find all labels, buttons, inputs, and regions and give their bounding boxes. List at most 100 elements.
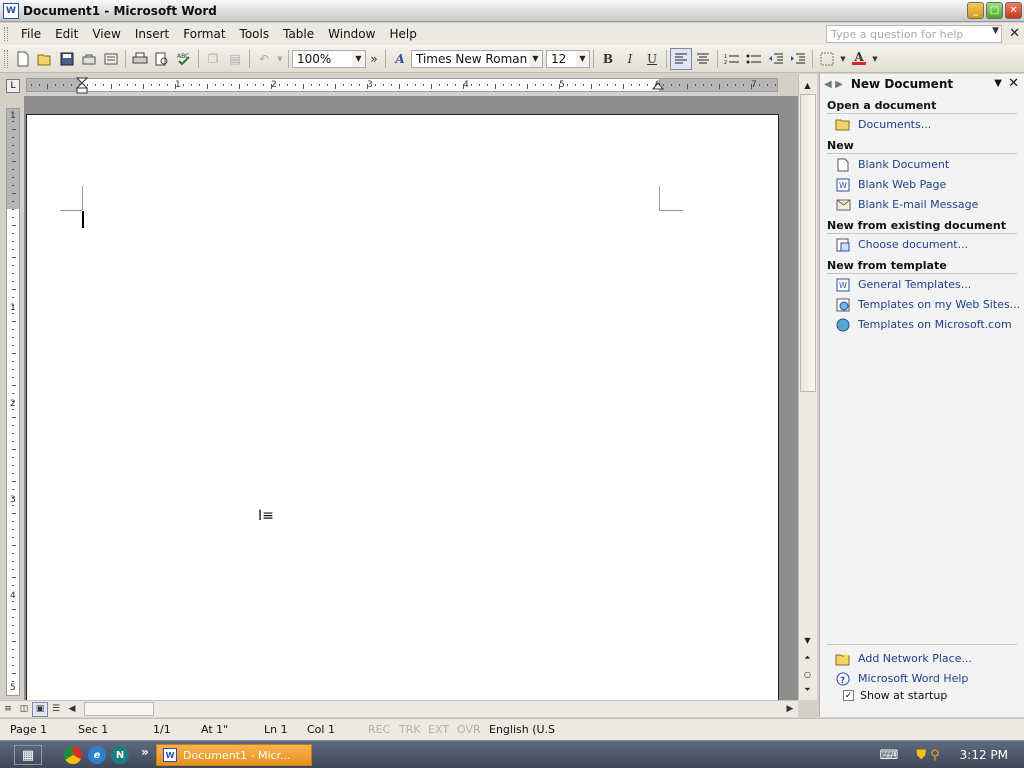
task-pane-dropdown-icon[interactable]: ▼ xyxy=(994,78,1002,89)
chrome-icon[interactable] xyxy=(64,746,82,764)
font-color-dropdown-icon[interactable]: ▼ xyxy=(870,48,880,70)
link-general-templates[interactable]: W General Templates... xyxy=(835,277,971,292)
security-shield-icon[interactable]: ⛊ xyxy=(916,748,926,763)
select-browse-object-icon[interactable]: ○ xyxy=(799,666,816,682)
print-preview-icon[interactable] xyxy=(151,48,173,70)
print-layout-view-icon[interactable]: ▣ xyxy=(32,701,48,717)
keyboard-icon[interactable]: ⌨ xyxy=(880,748,899,763)
scroll-up-icon[interactable]: ▲ xyxy=(799,77,816,93)
status-ovr[interactable]: OVR xyxy=(457,723,481,736)
vertical-scroll-thumb[interactable] xyxy=(800,94,816,392)
paste-icon[interactable]: ▤ xyxy=(224,48,246,70)
previous-page-icon[interactable]: ⏶ xyxy=(799,650,816,666)
scroll-down-icon[interactable]: ▼ xyxy=(799,632,816,648)
spelling-icon[interactable]: ABC xyxy=(173,48,195,70)
web-layout-view-icon[interactable]: ◫ xyxy=(16,702,32,717)
close-window-button[interactable]: ✕ xyxy=(1005,2,1022,19)
borders-icon[interactable] xyxy=(816,48,838,70)
menu-window[interactable]: Window xyxy=(321,27,382,41)
menu-file[interactable]: File xyxy=(14,27,48,41)
help-dropdown-icon[interactable]: ▼ xyxy=(992,26,999,36)
increase-indent-icon[interactable] xyxy=(787,48,809,70)
font-size-dropdown-icon[interactable]: ▼ xyxy=(576,50,589,67)
font-size-select[interactable]: 12 ▼ xyxy=(546,49,590,68)
status-rec[interactable]: REC xyxy=(368,723,390,736)
menu-insert[interactable]: Insert xyxy=(128,27,176,41)
link-blank-email-message[interactable]: Blank E-mail Message xyxy=(835,197,978,212)
open-folder-icon[interactable] xyxy=(34,48,56,70)
task-pane-close-icon[interactable]: ✕ xyxy=(1008,76,1019,91)
menu-view[interactable]: View xyxy=(85,27,127,41)
outline-view-icon[interactable]: ☰ xyxy=(48,702,64,717)
italic-button[interactable]: I xyxy=(619,48,641,70)
link-blank-document[interactable]: Blank Document xyxy=(835,157,949,172)
minimize-button[interactable]: _ xyxy=(967,2,984,19)
quicklaunch-overflow-icon[interactable]: » xyxy=(136,743,154,761)
font-name-select[interactable]: Times New Roman ▼ xyxy=(411,49,543,68)
indent-marker-icon[interactable] xyxy=(76,77,90,95)
close-document-icon[interactable]: ✕ xyxy=(1009,26,1020,41)
link-templates-microsoft[interactable]: Templates on Microsoft.com xyxy=(835,317,1012,332)
link-documents[interactable]: Documents... xyxy=(835,117,931,132)
link-word-help[interactable]: ? Microsoft Word Help xyxy=(835,671,968,686)
bold-button[interactable]: B xyxy=(597,48,619,70)
link-blank-web-page[interactable]: W Blank Web Page xyxy=(835,177,946,192)
menu-help[interactable]: Help xyxy=(382,27,423,41)
menu-grip[interactable] xyxy=(4,27,8,41)
scroll-left-icon[interactable]: ◀ xyxy=(64,702,80,717)
email-icon[interactable] xyxy=(100,48,122,70)
link-choose-document[interactable]: Choose document... xyxy=(835,237,968,252)
status-trk[interactable]: TRK xyxy=(399,723,421,736)
right-indent-marker-icon[interactable] xyxy=(652,82,664,90)
zoom-select[interactable]: 100% ▼ xyxy=(292,49,366,68)
toolbar-options-icon[interactable]: » xyxy=(366,48,382,70)
decrease-indent-icon[interactable] xyxy=(765,48,787,70)
show-at-startup-row[interactable]: ✓ Show at startup xyxy=(843,689,947,702)
styles-formatting-icon[interactable]: A xyxy=(389,48,411,70)
vertical-ruler[interactable]: 1 1 2 3 4 5 xyxy=(0,96,24,698)
help-search-input[interactable]: Type a question for help ▼ xyxy=(826,25,1002,43)
numbering-icon[interactable]: 12 xyxy=(721,48,743,70)
normal-view-icon[interactable]: ≡ xyxy=(0,702,16,717)
toolbar-grip[interactable] xyxy=(4,49,8,68)
scroll-right-icon[interactable]: ▶ xyxy=(782,702,798,717)
horizontal-scroll-thumb[interactable] xyxy=(84,702,154,716)
new-document-icon[interactable] xyxy=(12,48,34,70)
undo-icon[interactable]: ↶ xyxy=(253,48,275,70)
netscape-icon[interactable]: N xyxy=(111,746,129,764)
permission-icon[interactable] xyxy=(78,48,100,70)
undo-dropdown-icon[interactable]: ▼ xyxy=(275,48,285,70)
font-name-dropdown-icon[interactable]: ▼ xyxy=(529,50,542,67)
copy-icon[interactable]: ❐ xyxy=(202,48,224,70)
menu-format[interactable]: Format xyxy=(176,27,232,41)
search-tray-icon[interactable]: ⚲ xyxy=(930,748,940,763)
document-page[interactable] xyxy=(26,114,779,700)
start-button-icon[interactable]: ▦ xyxy=(14,745,42,765)
link-templates-web-sites[interactable]: Templates on my Web Sites... xyxy=(835,297,1020,312)
underline-button[interactable]: U xyxy=(641,48,663,70)
menu-table[interactable]: Table xyxy=(276,27,321,41)
next-page-icon[interactable]: ⏷ xyxy=(799,682,816,698)
word-app-icon[interactable]: W xyxy=(3,2,19,19)
align-left-icon[interactable] xyxy=(670,47,692,70)
menu-edit[interactable]: Edit xyxy=(48,27,85,41)
horizontal-scrollbar[interactable]: ≡ ◫ ▣ ☰ ◀ ▶ xyxy=(0,700,798,717)
menu-tools[interactable]: Tools xyxy=(233,27,277,41)
link-add-network-place[interactable]: Add Network Place... xyxy=(835,651,972,666)
horizontal-ruler[interactable]: L 1 2 3 4 5 6 7 xyxy=(0,74,798,96)
print-icon[interactable] xyxy=(129,48,151,70)
maximize-button[interactable]: □ xyxy=(986,2,1003,19)
show-at-startup-checkbox[interactable]: ✓ xyxy=(843,690,854,701)
internet-explorer-icon[interactable]: e xyxy=(88,746,106,764)
align-center-icon[interactable] xyxy=(692,48,714,70)
borders-dropdown-icon[interactable]: ▼ xyxy=(838,48,848,70)
tab-selector-icon[interactable]: L xyxy=(6,79,20,93)
save-icon[interactable] xyxy=(56,48,78,70)
vertical-scrollbar[interactable]: ▲ ▼ ⏶ ○ ⏷ xyxy=(798,74,817,700)
bullets-icon[interactable] xyxy=(743,48,765,70)
taskbar-word-document[interactable]: W Document1 - Micr... xyxy=(156,744,312,766)
zoom-dropdown-icon[interactable]: ▼ xyxy=(352,50,365,67)
status-ext[interactable]: EXT xyxy=(428,723,449,736)
task-pane-back-forward-icon[interactable]: ◀ ▶ xyxy=(824,79,843,90)
font-color-icon[interactable]: A xyxy=(848,48,870,70)
